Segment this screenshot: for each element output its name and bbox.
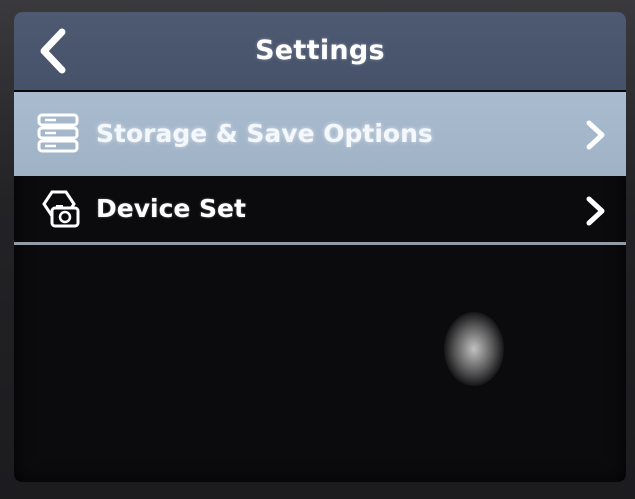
- menu-item-label: Storage & Save Options: [96, 119, 433, 148]
- screen-glare: [444, 312, 504, 386]
- storage-list-icon: [36, 112, 80, 158]
- divider: [14, 242, 626, 245]
- menu-item-device-set[interactable]: Device Set: [14, 176, 626, 242]
- device-camera-icon: [36, 190, 82, 234]
- chevron-right-icon: [582, 119, 608, 155]
- menu-item-label: Device Set: [96, 194, 246, 223]
- title-bar: Settings: [14, 12, 626, 90]
- page-title: Settings: [255, 35, 385, 66]
- chevron-right-icon: [582, 195, 608, 231]
- menu-item-storage-save-options[interactable]: Storage & Save Options: [14, 92, 626, 176]
- device-screen: Settings Storage & Save Options Device S…: [14, 12, 626, 482]
